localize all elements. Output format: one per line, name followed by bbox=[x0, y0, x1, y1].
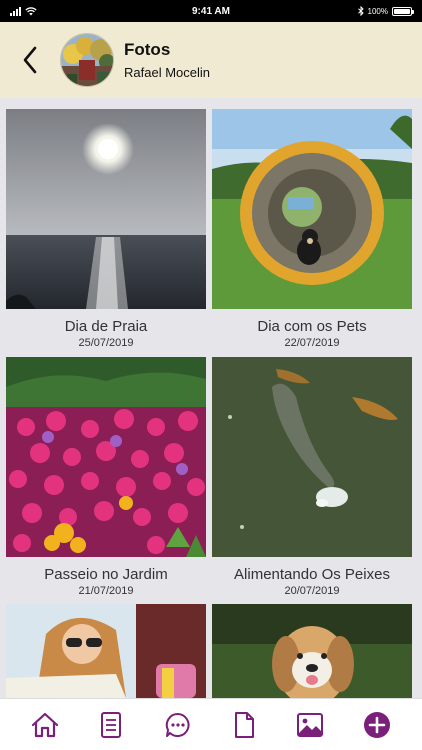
album-photo-travel[interactable] bbox=[6, 604, 206, 698]
album-photo-fish[interactable] bbox=[212, 357, 412, 557]
home-icon bbox=[32, 712, 59, 737]
album-date: 20/07/2019 bbox=[284, 585, 340, 597]
tab-photos[interactable] bbox=[290, 705, 330, 745]
avatar-image bbox=[61, 34, 113, 86]
album-date: 21/07/2019 bbox=[78, 585, 134, 597]
status-right-group: 100% bbox=[357, 6, 414, 16]
album-caption: Alimentando Os Peixes 20/07/2019 bbox=[212, 566, 412, 597]
tab-files[interactable] bbox=[224, 705, 264, 745]
album-date: 22/07/2019 bbox=[284, 337, 340, 349]
album-title: Alimentando Os Peixes bbox=[234, 566, 390, 583]
pets-photo-image bbox=[212, 109, 412, 309]
chevron-left-icon bbox=[23, 46, 37, 74]
battery-percent: 100% bbox=[367, 6, 388, 16]
bluetooth-icon bbox=[357, 6, 364, 16]
tab-documents[interactable] bbox=[91, 705, 131, 745]
bottom-tab-bar bbox=[0, 698, 422, 750]
album-photo-pets[interactable] bbox=[212, 109, 412, 309]
chat-bubble-icon bbox=[165, 712, 190, 737]
page-subtitle: Rafael Mocelin bbox=[124, 65, 210, 80]
fish-photo-image bbox=[212, 357, 412, 557]
garden-photo-image bbox=[6, 357, 206, 557]
photo-grid: Dia de Praia 25/07/2019 Dia com os Pets … bbox=[0, 98, 422, 698]
file-icon bbox=[235, 711, 255, 738]
header-text: Fotos Rafael Mocelin bbox=[124, 40, 210, 80]
avatar[interactable] bbox=[60, 33, 114, 87]
image-icon bbox=[297, 712, 324, 737]
document-list-icon bbox=[101, 711, 122, 738]
tab-messages[interactable] bbox=[158, 705, 198, 745]
album-title: Passeio no Jardim bbox=[44, 566, 168, 583]
tab-home[interactable] bbox=[25, 705, 65, 745]
wifi-icon bbox=[25, 6, 37, 15]
signal-icon bbox=[10, 6, 21, 16]
tab-add[interactable] bbox=[357, 705, 397, 745]
back-button[interactable] bbox=[8, 30, 52, 90]
signal-wifi-group bbox=[10, 6, 37, 16]
add-circle-icon bbox=[363, 711, 390, 738]
album-caption: Passeio no Jardim 21/07/2019 bbox=[6, 566, 206, 597]
album-photo-dog[interactable] bbox=[212, 604, 412, 698]
battery-icon bbox=[392, 6, 414, 16]
status-bar: 9:41 AM 100% bbox=[0, 0, 422, 22]
album-title: Dia de Praia bbox=[64, 318, 148, 335]
beach-photo-image bbox=[6, 109, 206, 309]
album-date: 25/07/2019 bbox=[78, 337, 134, 349]
page-title: Fotos bbox=[124, 40, 171, 59]
app-header: Fotos Rafael Mocelin bbox=[0, 22, 422, 98]
travel-photo-image bbox=[6, 604, 206, 698]
album-caption: Dia de Praia 25/07/2019 bbox=[6, 318, 206, 349]
album-photo-beach[interactable] bbox=[6, 109, 206, 309]
album-title: Dia com os Pets bbox=[257, 318, 367, 335]
album-caption: Dia com os Pets 22/07/2019 bbox=[212, 318, 412, 349]
album-photo-garden[interactable] bbox=[6, 357, 206, 557]
dog-photo-image bbox=[212, 604, 412, 698]
